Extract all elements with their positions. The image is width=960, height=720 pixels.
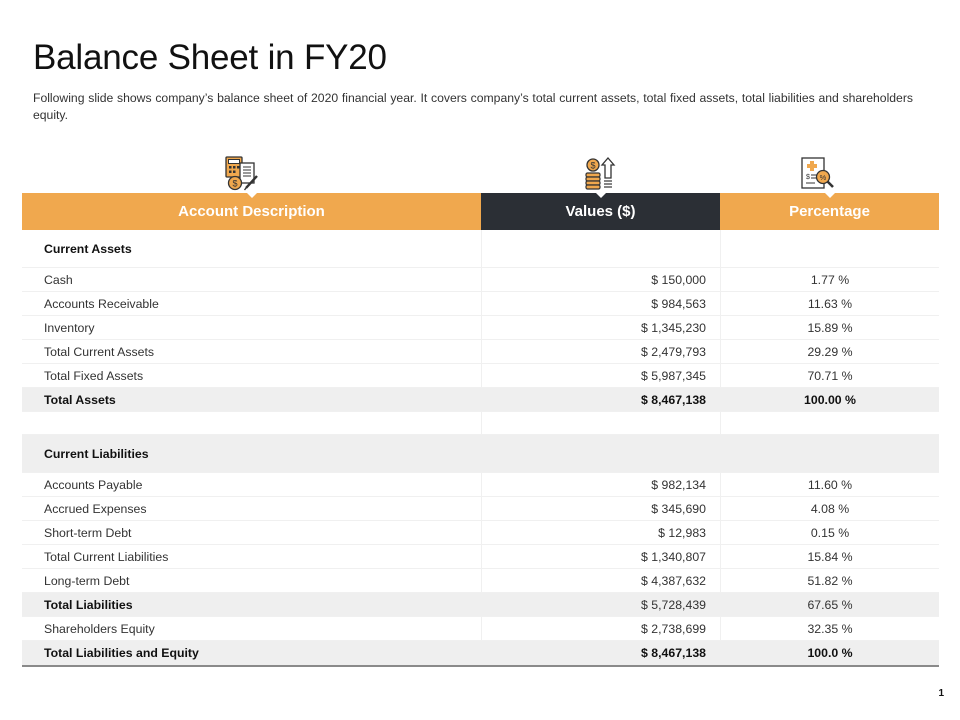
svg-text:$: $ (590, 161, 595, 171)
table-row: Accounts Receivable $ 984,563 11.63 % (22, 292, 939, 316)
cell-percentage: 100.00 % (720, 388, 939, 412)
table-row-total-liabilities: Total Liabilities $ 5,728,439 67.65 % (22, 593, 939, 617)
cell-percentage: 67.65 % (720, 593, 939, 617)
cell-description: Total Fixed Assets (22, 364, 481, 388)
svg-text:$: $ (232, 179, 237, 189)
cell-percentage: 70.71 % (720, 364, 939, 388)
header-percentage: Percentage (720, 193, 939, 230)
cell-percentage: 15.89 % (720, 316, 939, 340)
cell-value: $ 982,134 (481, 473, 720, 497)
table-row: Cash $ 150,000 1.77 % (22, 268, 939, 292)
table-row: Accounts Payable $ 982,134 11.60 % (22, 473, 939, 497)
svg-text:$: $ (806, 174, 810, 181)
cell-value (481, 435, 720, 473)
cell-description: Total Liabilities and Equity (22, 641, 481, 665)
cell-percentage: 4.08 % (720, 497, 939, 521)
cell-value: $ 4,387,632 (481, 569, 720, 593)
table-row: Inventory $ 1,345,230 15.89 % (22, 316, 939, 340)
cell-value: $ 150,000 (481, 268, 720, 292)
cell-value: $ 2,738,699 (481, 617, 720, 641)
table-row: Total Current Liabilities $ 1,340,807 15.8… (22, 545, 939, 569)
cell-description: Total Liabilities (22, 593, 481, 617)
cell-percentage: 15.84 % (720, 545, 939, 569)
cell-value: $ 2,479,793 (481, 340, 720, 364)
cell-percentage: 0.15 % (720, 521, 939, 545)
cell-percentage (720, 412, 939, 435)
cell-value: $ 1,340,807 (481, 545, 720, 569)
table-header: Account Description Values ($) Percentag… (22, 193, 939, 230)
cell-value (481, 230, 720, 268)
table-row: Accrued Expenses $ 345,690 4.08 % (22, 497, 939, 521)
table-row: Current Liabilities (22, 435, 939, 473)
cell-description: Current Assets (22, 230, 481, 268)
table-row-total-assets: Total Assets $ 8,467,138 100.00 % (22, 388, 939, 412)
dollar-coins-arrow-icon: $ (581, 154, 621, 194)
cell-percentage: 51.82 % (720, 569, 939, 593)
table-row-spacer (22, 412, 939, 435)
calculator-coins-document-icon: $ (222, 154, 262, 194)
table-row-total-liabilities-equity: Total Liabilities and Equity $ 8,467,138 1… (22, 641, 939, 667)
cell-value: $ 12,983 (481, 521, 720, 545)
header-values: Values ($) (481, 193, 720, 230)
cell-percentage: 100.0 % (720, 641, 939, 665)
table-row: Shareholders Equity $ 2,738,699 32.35 % (22, 617, 939, 641)
cell-description: Total Assets (22, 388, 481, 412)
cell-description: Shareholders Equity (22, 617, 481, 641)
cell-description: Accounts Payable (22, 473, 481, 497)
table-row: Current Assets (22, 230, 939, 268)
cell-value: $ 8,467,138 (481, 388, 720, 412)
cell-description: Cash (22, 268, 481, 292)
cell-value: $ 5,728,439 (481, 593, 720, 617)
cell-percentage: 32.35 % (720, 617, 939, 641)
cell-description: Total Current Assets (22, 340, 481, 364)
cell-percentage: 29.29 % (720, 340, 939, 364)
cell-value: $ 345,690 (481, 497, 720, 521)
cell-value: $ 984,563 (481, 292, 720, 316)
cell-description: Accounts Receivable (22, 292, 481, 316)
page-number: 1 (938, 688, 944, 699)
header-account-description: Account Description (22, 193, 481, 230)
page-subtitle: Following slide shows company’s balance … (33, 91, 913, 122)
table-row: Long-term Debt $ 4,387,632 51.82 % (22, 569, 939, 593)
cell-description: Current Liabilities (22, 435, 481, 473)
cell-percentage: 11.63 % (720, 292, 939, 316)
page-title: Balance Sheet in FY20 (33, 38, 387, 77)
cell-percentage (720, 230, 939, 268)
cell-value (481, 412, 720, 435)
cell-description: Accrued Expenses (22, 497, 481, 521)
cell-description (22, 412, 481, 435)
cell-percentage (720, 435, 939, 473)
cell-description: Inventory (22, 316, 481, 340)
cell-description: Short-term Debt (22, 521, 481, 545)
cell-description: Total Current Liabilities (22, 545, 481, 569)
table-row: Total Current Assets $ 2,479,793 29.29 % (22, 340, 939, 364)
table-row: Short-term Debt $ 12,983 0.15 % (22, 521, 939, 545)
cell-value: $ 5,987,345 (481, 364, 720, 388)
cell-value: $ 8,467,138 (481, 641, 720, 665)
cell-percentage: 1.77 % (720, 268, 939, 292)
cell-percentage: 11.60 % (720, 473, 939, 497)
invoice-percent-magnifier-icon: $ % (798, 154, 838, 194)
cell-value: $ 1,345,230 (481, 316, 720, 340)
table-row: Total Fixed Assets $ 5,987,345 70.71 % (22, 364, 939, 388)
svg-text:%: % (820, 173, 827, 182)
cell-description: Long-term Debt (22, 569, 481, 593)
balance-sheet-table: Account Description Values ($) Percentag… (22, 193, 939, 667)
